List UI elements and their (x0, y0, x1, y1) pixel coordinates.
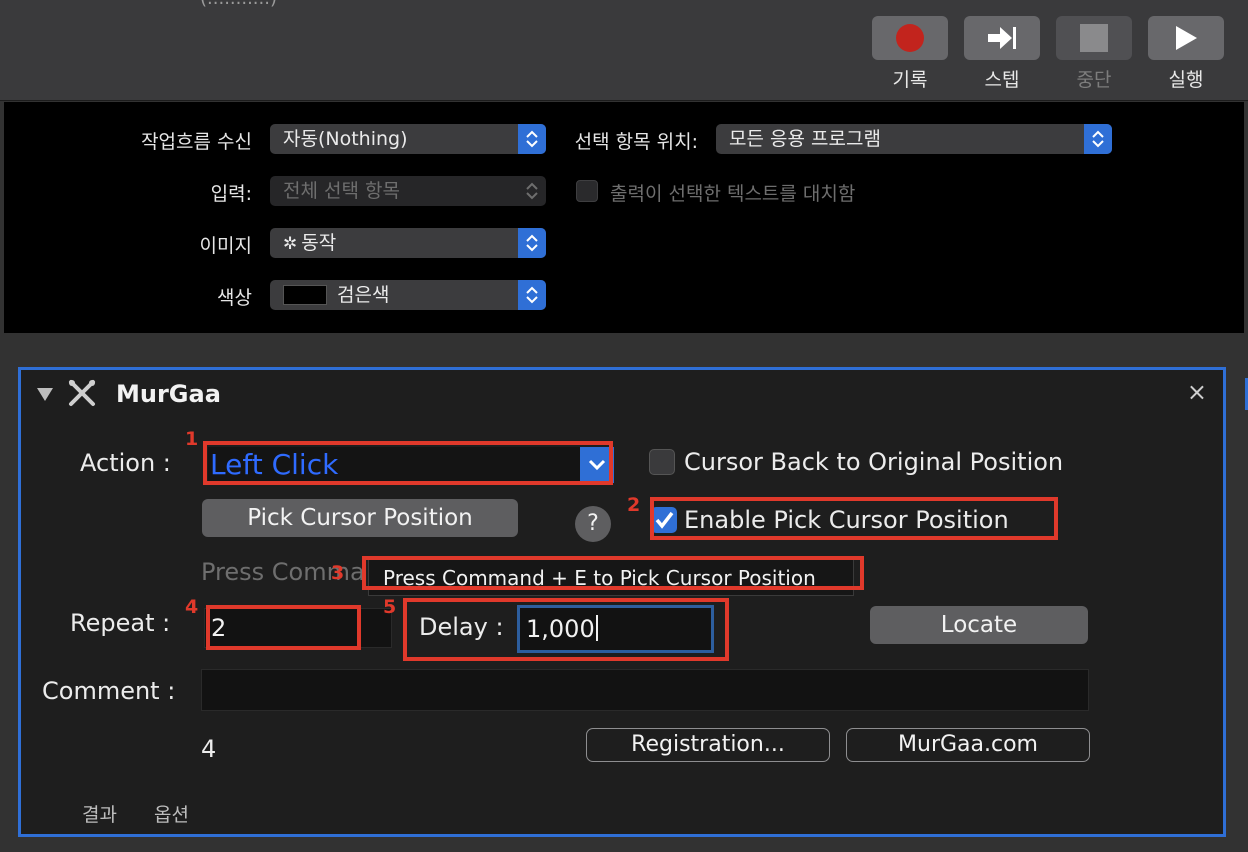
color-popup[interactable]: 검은색 (270, 280, 546, 310)
popup-arrows-icon (518, 280, 546, 310)
tab-results[interactable]: 결과 (82, 800, 117, 827)
play-icon (1176, 26, 1197, 50)
popup-arrows-icon (1084, 124, 1112, 154)
tools-icon (69, 380, 95, 406)
popup-arrows-icon (518, 176, 546, 206)
annotation-number-3: 3 (331, 562, 345, 584)
step-label: 스텝 (984, 69, 1020, 91)
selection-location-popup[interactable]: 모든 응용 프로그램 (716, 124, 1112, 154)
close-icon[interactable]: × (1187, 378, 1207, 406)
pick-cursor-position-button[interactable]: Pick Cursor Position (202, 499, 518, 537)
image-popup[interactable]: ✲ 동작 (270, 228, 546, 258)
popup-arrows-icon (518, 124, 546, 154)
record-label: 기록 (892, 69, 928, 91)
toolbar: (...........) 기록 스텝 중단 실행 (0, 0, 1248, 101)
replace-output-checkbox[interactable] (576, 180, 598, 202)
step-icon (988, 27, 1016, 49)
workflow-receives-value: 자동(Nothing) (283, 128, 408, 150)
murgaa-website-button[interactable]: MurGaa.com (846, 728, 1090, 762)
record-icon (896, 24, 924, 52)
image-label: 이미지 (199, 235, 252, 257)
input-label: 입력: (210, 183, 252, 205)
help-button[interactable]: ? (575, 506, 611, 542)
stop-label: 중단 (1076, 69, 1112, 91)
run-label: 실행 (1168, 69, 1204, 91)
action-title: MurGaa (116, 380, 221, 408)
comment-label: Comment : (42, 677, 176, 705)
popup-arrows-icon (518, 228, 546, 258)
annotation-number-5: 5 (383, 596, 397, 618)
cursor-back-checkbox[interactable] (649, 449, 675, 475)
disclosure-triangle-icon[interactable] (37, 388, 53, 401)
step-button[interactable]: 스텝 (964, 16, 1040, 92)
workflow-receives-popup[interactable]: 자동(Nothing) (270, 124, 546, 154)
replace-output-label: 출력이 선택한 텍스트를 대치함 (610, 183, 856, 205)
workflow-settings: 작업흐름 수신 자동(Nothing) 선택 항목 위치: 모든 응용 프로그램… (4, 102, 1244, 333)
annotation-number-2: 2 (627, 494, 641, 516)
annotation-number-4: 4 (185, 596, 199, 618)
annotation-box-delay (403, 598, 729, 661)
gear-icon: ✲ (283, 234, 298, 254)
annotation-box-enable-pick (650, 497, 1058, 540)
cursor-back-label: Cursor Back to Original Position (684, 448, 1064, 476)
registration-button[interactable]: Registration... (586, 728, 830, 762)
footer-number: 4 (201, 735, 217, 763)
annotation-number-1: 1 (185, 428, 199, 450)
stop-icon (1080, 24, 1108, 52)
stop-button[interactable]: 중단 (1056, 16, 1132, 92)
annotation-box-repeat (206, 605, 361, 650)
repeat-label: Repeat : (70, 609, 171, 637)
run-button[interactable]: 실행 (1148, 16, 1224, 92)
annotation-box-tooltip (362, 556, 864, 590)
image-value: 동작 (301, 232, 337, 254)
action-label: Action : (80, 449, 171, 477)
annotation-box-action (203, 441, 613, 485)
color-value: 검은색 (337, 284, 390, 306)
comment-input[interactable] (201, 669, 1089, 711)
locate-button[interactable]: Locate (870, 606, 1088, 644)
record-button[interactable]: 기록 (872, 16, 948, 92)
input-value: 전체 선택 항목 (283, 180, 400, 202)
selection-location-value: 모든 응용 프로그램 (729, 128, 881, 150)
color-swatch (283, 285, 327, 305)
input-popup[interactable]: 전체 선택 항목 (270, 176, 546, 206)
color-label: 색상 (217, 287, 252, 309)
window-title-fragment: (...........) (200, 0, 277, 9)
selection-location-label: 선택 항목 위치: (574, 131, 698, 153)
workflow-receives-label: 작업흐름 수신 (141, 131, 252, 153)
tab-options[interactable]: 옵션 (154, 800, 189, 827)
